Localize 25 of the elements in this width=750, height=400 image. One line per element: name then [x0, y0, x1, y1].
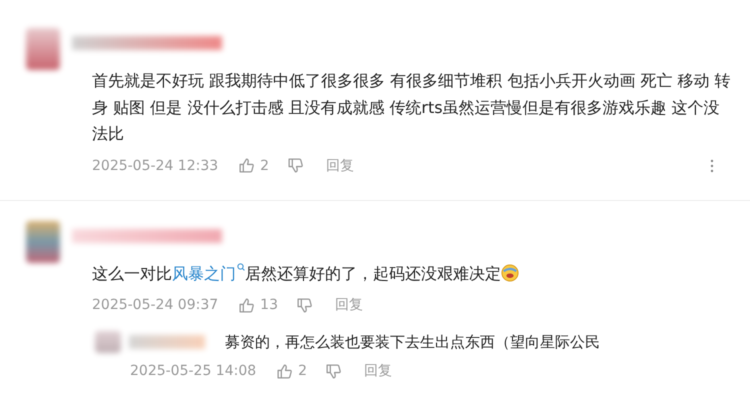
thumbs-up-icon[interactable]: [238, 296, 256, 314]
comment-time: 2025-05-25 14:08: [130, 363, 256, 379]
search-icon: [237, 262, 245, 270]
thumbs-up-icon[interactable]: [238, 157, 256, 174]
comment-time: 2025-05-24 12:33: [92, 158, 218, 174]
comment-text: 这么一对比风暴之门 居然还算好的了，起码还没艰难决定: [92, 260, 732, 287]
like-count: 13: [260, 297, 278, 313]
thumbs-up-icon[interactable]: [276, 362, 294, 380]
thumbs-down-icon[interactable]: [287, 157, 304, 174]
thumbs-down-icon[interactable]: [296, 296, 313, 314]
reply-button[interactable]: 回复: [364, 362, 392, 380]
emoji-icon: [501, 264, 519, 282]
avatar[interactable]: [26, 220, 60, 262]
reply-button[interactable]: 回复: [326, 156, 354, 174]
comment-text: 首先就是不好玩 跟我期待中低了很多很多 有很多细节堆积 包括小兵开火动画 死亡 移动 转身 贴图 但是 没什么打击感 且没有成就感 传统rts虽然运营慢但是有很多游戏乐趣 这个没法比: [92, 70, 732, 145]
like-count: 2: [298, 363, 308, 379]
avatar[interactable]: [26, 28, 60, 70]
thumbs-down-icon[interactable]: [325, 362, 342, 380]
reply-button[interactable]: 回复: [335, 296, 363, 314]
like-count: 2: [260, 158, 270, 174]
more-options-icon[interactable]: [710, 158, 714, 174]
avatar[interactable]: [95, 331, 121, 353]
topic-link[interactable]: 风暴之门: [172, 264, 245, 282]
comment-time: 2025-05-24 09:37: [92, 297, 218, 313]
reply-text: 募资的，再怎么装也要装下去生出点东西（望向星际公民: [225, 332, 600, 353]
